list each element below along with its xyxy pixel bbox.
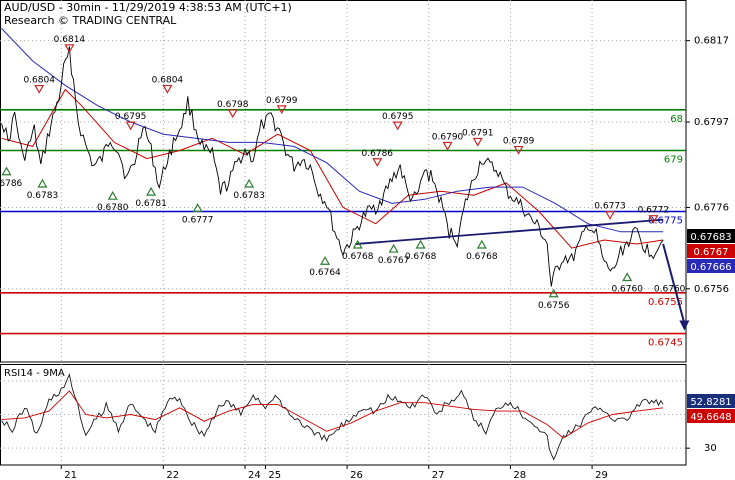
rsi-tag-label: 52.8281 — [690, 397, 731, 408]
annotation-label: 0.6789 — [503, 137, 535, 147]
annotation-label: 0.6791 — [462, 128, 494, 138]
support-marker-icon — [415, 239, 426, 249]
support-marker-icon — [107, 190, 118, 200]
price-axis-label: 0.6817 — [694, 36, 729, 47]
rsi-title: RSI14 - 9MA — [4, 368, 65, 379]
resistance-marker-icon — [125, 121, 136, 131]
support-marker-icon — [622, 272, 633, 282]
x-axis-label: 29 — [595, 470, 608, 480]
annotation-label: 0.6804 — [23, 76, 55, 86]
resistance-marker-icon — [392, 121, 403, 131]
x-axis-label: 27 — [432, 470, 445, 480]
price-panel-frame — [0, 0, 687, 363]
support-marker-icon — [476, 239, 487, 249]
resistance-marker-icon — [34, 84, 45, 94]
annotation-label: 0.6786 — [0, 179, 23, 189]
price-axis-label: 0.6797 — [694, 117, 729, 128]
x-axis-label: 25 — [268, 470, 281, 480]
annotation-label: 0.6798 — [217, 100, 249, 110]
support-marker-icon — [1, 166, 12, 176]
annotation-label: 0.6760 — [654, 285, 686, 295]
annotation-label: 0.6783 — [233, 191, 265, 201]
price-tag-label: 0.67683 — [690, 232, 731, 243]
chart-title: AUD/USD - 30min - 11/29/2019 4:38:53 AM … — [4, 1, 292, 14]
chart-subtitle: Research © TRADING CENTRAL — [4, 14, 177, 27]
annotation-label: 0.6814 — [54, 35, 86, 45]
resistance-marker-icon — [472, 137, 483, 147]
annotation-label: 0.6795 — [382, 112, 414, 122]
x-axis-label: 24 — [248, 470, 261, 480]
level-label: 679 — [664, 154, 683, 165]
annotation-label: 0.6777 — [182, 215, 214, 225]
annotation-label: 0.6773 — [594, 202, 626, 212]
chart-svg: 686790.67750.67550.67450.67860.68040.678… — [0, 0, 735, 480]
x-axis-label: 28 — [513, 470, 526, 480]
annotation-label: 0.6790 — [432, 132, 464, 142]
price-tag-label: 0.6767 — [694, 247, 729, 258]
resistance-marker-icon — [442, 141, 453, 151]
annotation-label: 0.6764 — [309, 268, 341, 278]
price-tag-label: 0.67666 — [690, 262, 731, 273]
annotation-label: 0.6786 — [362, 149, 394, 159]
annotation-label: 0.6756 — [538, 301, 570, 311]
support-marker-icon — [244, 178, 255, 188]
rsi-panel-frame — [0, 364, 687, 466]
annotation-label: 0.6768 — [466, 252, 498, 262]
annotation-label: 0.6760 — [611, 285, 643, 295]
support-marker-icon — [319, 256, 331, 265]
support-marker-icon — [388, 243, 399, 253]
trendline — [355, 218, 664, 245]
rsi-tag-label: 49.6648 — [690, 412, 731, 423]
annotation-label: 0.6804 — [152, 76, 184, 86]
rsi-axis-label: 30 — [704, 443, 717, 454]
support-marker-icon — [37, 178, 48, 188]
level-label: 0.6745 — [648, 338, 683, 349]
series-ma-slow — [1, 28, 664, 233]
annotation-label: 0.6768 — [342, 252, 374, 262]
level-label: 68 — [670, 114, 683, 125]
annotation-label: 0.6768 — [405, 252, 437, 262]
annotation-label: 0.6781 — [135, 199, 167, 209]
series-price — [1, 46, 664, 287]
x-axis-label: 21 — [64, 470, 77, 480]
support-marker-icon — [146, 186, 157, 196]
annotation-label: 0.6780 — [97, 203, 129, 213]
price-axis-label: 0.6756 — [694, 284, 729, 295]
projection-arrowhead — [679, 320, 690, 331]
resistance-marker-icon — [227, 109, 238, 119]
annotation-label: 0.6783 — [27, 191, 59, 201]
price-axis-label: 0.6776 — [694, 202, 729, 213]
annotation-label: 0.6795 — [115, 112, 147, 122]
x-axis-label: 22 — [166, 470, 179, 480]
x-axis-label: 26 — [350, 470, 363, 480]
annotation-label: 0.6772 — [638, 206, 670, 216]
resistance-marker-icon — [372, 158, 383, 167]
annotation-label: 0.6799 — [266, 96, 298, 106]
resistance-marker-icon — [605, 211, 616, 220]
resistance-marker-icon — [162, 84, 173, 94]
